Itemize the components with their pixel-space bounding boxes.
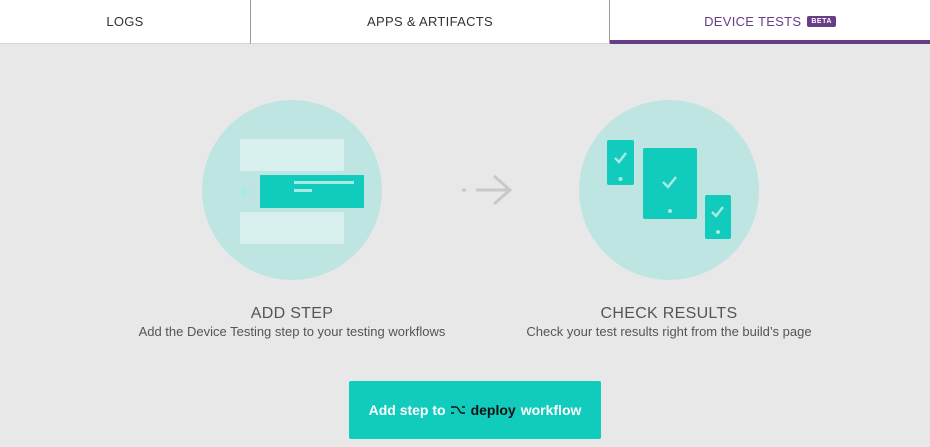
tab-device-tests-label: DEVICE TESTS [704, 14, 802, 29]
cta-prefix: Add step to [368, 402, 446, 418]
tab-logs-label: LOGS [106, 14, 144, 29]
cta-workflow-name: deploy [470, 402, 516, 418]
workflow-icon [450, 404, 466, 416]
beta-badge: BETA [807, 16, 836, 27]
tab-device-tests[interactable]: DEVICE TESTS BETA [610, 0, 930, 44]
check-results-description: Check your test results right from the b… [526, 324, 812, 339]
tab-bar: LOGS APPS & ARTIFACTS DEVICE TESTS BETA [0, 0, 930, 44]
tab-logs[interactable]: LOGS [0, 0, 251, 44]
tab-apps-artifacts[interactable]: APPS & ARTIFACTS [251, 0, 610, 44]
check-results-title: CHECK RESULTS [600, 305, 738, 322]
add-step-description: Add the Device Testing step to your test… [138, 324, 446, 339]
devices-checkmark-illustration-icon [607, 140, 731, 239]
add-step-to-workflow-button[interactable]: Add step to deploy workflow [349, 381, 601, 439]
add-step-illustration-icon [239, 139, 364, 244]
add-step-title: ADD STEP [250, 305, 334, 322]
tab-apps-artifacts-label: APPS & ARTIFACTS [367, 14, 493, 29]
arrow-right-icon [462, 174, 513, 206]
cta-suffix: workflow [520, 402, 582, 418]
